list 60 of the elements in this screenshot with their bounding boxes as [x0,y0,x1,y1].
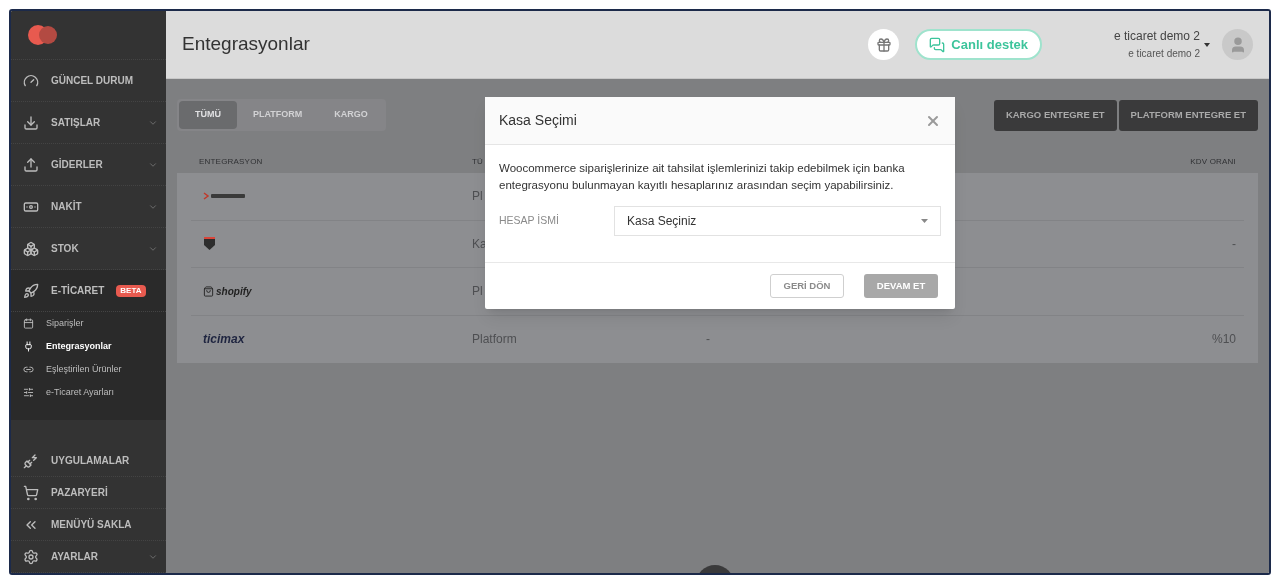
avatar[interactable] [1222,29,1253,60]
column-header: TÜ [472,156,484,168]
table-cell-text: %10 [1211,331,1237,349]
sidebar-item-label: SATIŞLAR [51,116,101,131]
logo-icon [27,25,59,46]
sidebar-item-label: E-TİCARET [51,283,105,299]
sidebar-item-label: UYGULAMALAR [51,454,130,468]
table-cell-text: Pl [472,283,484,301]
rocket-icon [23,282,39,299]
modal-message: Woocommerce siparişlerinize ait tahsilat işlemlerinizi takip edebilmek için banka entegrasyonu bulunmayan kayıtlı hesaplarınız arasından seçim yapabilirsiniz. [499,161,906,193]
page-title: Entegrasyonlar [182,32,310,57]
table-cell-text: - [1232,235,1237,253]
table-cell-text: Pl [472,188,484,206]
caret-icon [921,219,928,223]
field-label: HESAP İSMİ [499,213,560,229]
plug-icon [23,341,34,353]
logo-wordmark: ticimax [203,331,245,349]
submenu-item[interactable]: e-Ticaret Ayarları [11,381,166,405]
gear-icon [23,548,39,565]
logo-wordmark: shopify [203,283,252,299]
beta-badge: BETA [116,284,146,297]
gift-icon [875,36,892,53]
company-name: e ticaret demo 2 [1128,47,1200,61]
column-header: ENTEGRASYON [199,156,264,168]
table-row[interactable]: ticimax Platform - %10 [191,315,1244,363]
dashboard-icon [23,72,39,89]
calendar-icon [23,318,34,330]
sidebar-item-label: STOK [51,242,79,257]
download-icon [23,114,39,131]
chat-icon [929,36,946,53]
gift-button[interactable] [868,29,900,60]
bag-icon [203,285,214,297]
integrate-button[interactable]: PLATFORM ENTEGRE ET [1118,99,1258,131]
integrate-button[interactable]: KARGO ENTEGRE ET [993,99,1117,131]
sidebar-item[interactable]: E-TİCARET BETA [11,270,166,313]
cart-icon [23,484,39,501]
sidebar-item-label: NAKİT [51,199,82,215]
upload-icon [23,156,39,173]
caret-icon[interactable] [1204,42,1210,47]
user-name: e ticaret demo 2 [1113,28,1200,44]
modal-title: Kasa Seçimi [499,111,577,130]
boxes-icon [23,240,39,257]
filter-tab[interactable]: TÜMÜ [179,101,237,129]
sliders-icon [23,387,34,399]
submenu-item[interactable]: Eşleştirilen Ürünler [11,358,166,382]
table-cell-text: - [706,331,710,349]
sidebar-item-label: AYARLAR [51,550,99,564]
plug-icon [23,452,39,469]
table-cell-text: Platform [472,331,518,349]
account-select[interactable]: Kasa Seçiniz [614,206,941,236]
submenu-item[interactable]: Entegrasyonlar [11,335,166,359]
submenu-item[interactable]: Siparişler [11,312,166,336]
cart-logo-icon [203,192,247,201]
shield-logo-icon [203,236,216,252]
sidebar-item-label: MENÜYÜ SAKLA [51,517,132,532]
column-header: KDV ORANI [1190,156,1236,168]
sidebar-item-label: GİDERLER [51,157,103,173]
sidebar-item-label: GÜNCEL DURUM [51,73,134,89]
back-button[interactable]: GERİ DÖN [770,274,844,298]
sidebar-item-label: PAZARYERİ [51,485,108,500]
